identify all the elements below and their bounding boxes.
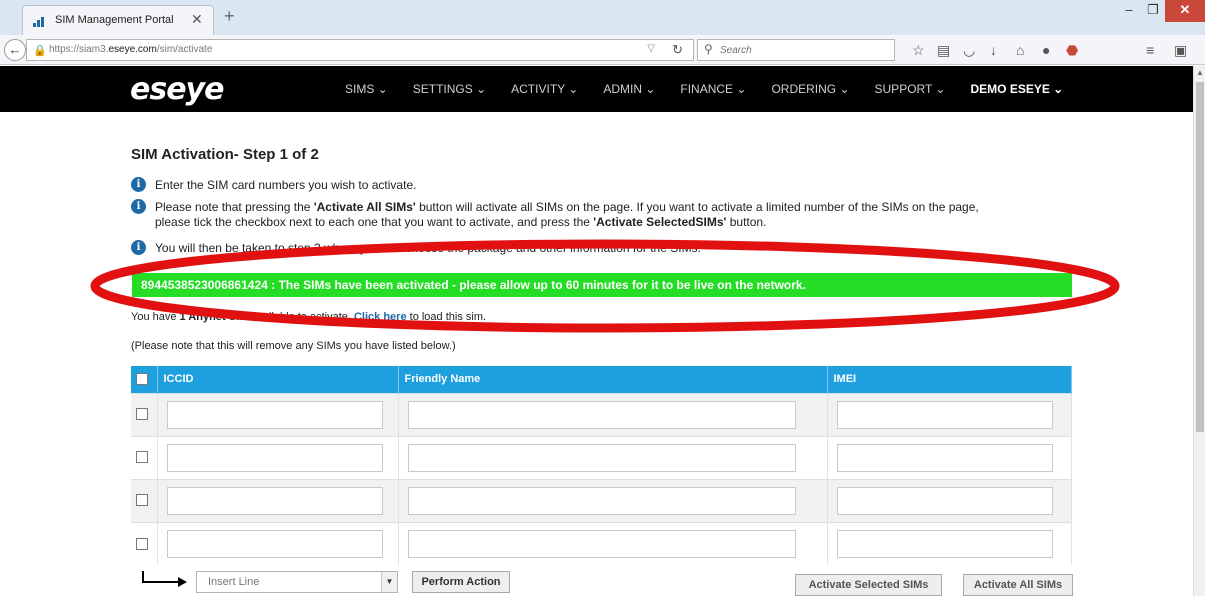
remove-note: (Please note that this will remove any S…: [131, 340, 456, 352]
header-iccid: ICCID: [157, 366, 399, 393]
minimize-icon[interactable]: –: [1117, 0, 1141, 22]
url-text: https://siam3.eseye.com/sim/activate: [49, 44, 213, 55]
home-icon[interactable]: ⌂: [1016, 42, 1024, 58]
table-row: [131, 478, 1072, 522]
load-sim-link[interactable]: Click here: [354, 311, 407, 323]
search-icon: ⚲: [704, 42, 713, 56]
perform-action-button[interactable]: Perform Action: [412, 571, 510, 593]
friendly-name-input[interactable]: [407, 486, 796, 515]
url-dropdown-icon[interactable]: ▽: [647, 43, 655, 54]
menu-icon[interactable]: ≡: [1146, 42, 1154, 58]
iccid-input[interactable]: [166, 529, 383, 558]
main-menu: SIMS ⌄ SETTINGS ⌄ ACTIVITY ⌄ ADMIN ⌄ FIN…: [345, 82, 1088, 96]
row-checkbox[interactable]: [136, 494, 148, 507]
url-bar[interactable]: 🔒 https://siam3.eseye.com/sim/activate ▽…: [26, 39, 694, 61]
info-line-2: i Please note that pressing the 'Activat…: [131, 199, 1061, 231]
menu-finance[interactable]: FINANCE ⌄: [680, 82, 746, 96]
select-all-cell: [131, 366, 158, 393]
close-window-icon[interactable]: ✕: [1165, 0, 1205, 22]
tab-title: SIM Management Portal: [55, 14, 174, 26]
new-tab-icon[interactable]: +: [224, 6, 235, 27]
reading-list-icon[interactable]: ▤: [937, 42, 950, 59]
window-controls: – ❐ ✕: [1117, 0, 1205, 22]
table-row: [131, 521, 1072, 565]
friendly-name-input[interactable]: [407, 443, 796, 472]
imei-input[interactable]: [836, 443, 1053, 472]
page-title: SIM Activation- Step 1 of 2: [131, 146, 319, 163]
bulk-action-arrow-icon: [142, 571, 187, 587]
row-checkbox[interactable]: [136, 408, 148, 421]
chevron-down-icon[interactable]: ▼: [381, 572, 397, 592]
signal-bars-icon: [33, 17, 44, 27]
chat-icon[interactable]: ●: [1042, 42, 1050, 58]
user-menu[interactable]: DEMO ESEYE ⌄: [970, 82, 1063, 96]
restore-icon[interactable]: ❐: [1141, 0, 1165, 22]
menu-ordering[interactable]: ORDERING ⌄: [771, 82, 849, 96]
scroll-up-icon[interactable]: ▲: [1196, 68, 1204, 77]
imei-input[interactable]: [836, 486, 1053, 515]
menu-admin[interactable]: ADMIN ⌄: [603, 82, 655, 96]
info-icon: i: [131, 240, 146, 255]
iccid-input[interactable]: [166, 486, 383, 515]
sim-table: ICCID Friendly Name IMEI: [131, 366, 1072, 565]
row-checkbox[interactable]: [136, 537, 148, 550]
extension-icon[interactable]: ▣: [1174, 42, 1187, 59]
available-sims-note: You have 1 Anynet SIM available to activ…: [131, 311, 487, 323]
info-icon: i: [131, 199, 146, 214]
menu-activity[interactable]: ACTIVITY ⌄: [511, 82, 578, 96]
download-icon[interactable]: ↓: [990, 42, 997, 58]
activate-selected-button[interactable]: Activate Selected SIMs: [795, 574, 942, 596]
search-input[interactable]: [720, 43, 890, 57]
scroll-thumb[interactable]: [1196, 82, 1204, 432]
adblock-icon[interactable]: ⬣: [1066, 42, 1078, 59]
info-icon: i: [131, 177, 146, 192]
table-row: [131, 392, 1072, 436]
lock-icon: 🔒: [33, 45, 47, 57]
select-all-checkbox[interactable]: [136, 373, 148, 386]
iccid-input[interactable]: [166, 443, 383, 472]
table-row: [131, 435, 1072, 479]
menu-sims[interactable]: SIMS ⌄: [345, 82, 388, 96]
page-scrollbar[interactable]: ▲: [1193, 66, 1205, 596]
tab-close-icon[interactable]: ✕: [191, 11, 203, 28]
activation-success-banner: 8944538523006861424 : The SIMs have been…: [132, 273, 1072, 297]
imei-input[interactable]: [836, 529, 1053, 558]
iccid-input[interactable]: [166, 400, 383, 429]
browser-tab[interactable]: SIM Management Portal ✕: [22, 5, 214, 35]
reload-icon[interactable]: ↻: [672, 42, 683, 58]
eseye-logo[interactable]: eseye: [130, 72, 224, 107]
site-header: eseye SIMS ⌄ SETTINGS ⌄ ACTIVITY ⌄ ADMIN…: [0, 66, 1205, 112]
row-checkbox[interactable]: [136, 451, 148, 464]
star-icon[interactable]: ☆: [912, 42, 925, 59]
activate-all-button[interactable]: Activate All SIMs: [963, 574, 1073, 596]
menu-support[interactable]: SUPPORT ⌄: [875, 82, 946, 96]
imei-input[interactable]: [836, 400, 1053, 429]
table-header-row: ICCID Friendly Name IMEI: [131, 366, 1072, 393]
bulk-action-select[interactable]: Insert Line ▼: [196, 571, 398, 593]
search-bar[interactable]: ⚲: [697, 39, 895, 61]
browser-navbar: ← 🔒 https://siam3.eseye.com/sim/activate…: [0, 35, 1205, 65]
header-friendly-name: Friendly Name: [398, 366, 828, 393]
friendly-name-input[interactable]: [407, 400, 796, 429]
friendly-name-input[interactable]: [407, 529, 796, 558]
pocket-icon[interactable]: ◡: [963, 42, 975, 59]
browser-titlebar: SIM Management Portal ✕ + – ❐ ✕: [0, 0, 1205, 35]
back-arrow-icon[interactable]: ←: [4, 39, 26, 61]
header-imei: IMEI: [827, 366, 1072, 393]
menu-settings[interactable]: SETTINGS ⌄: [413, 82, 486, 96]
